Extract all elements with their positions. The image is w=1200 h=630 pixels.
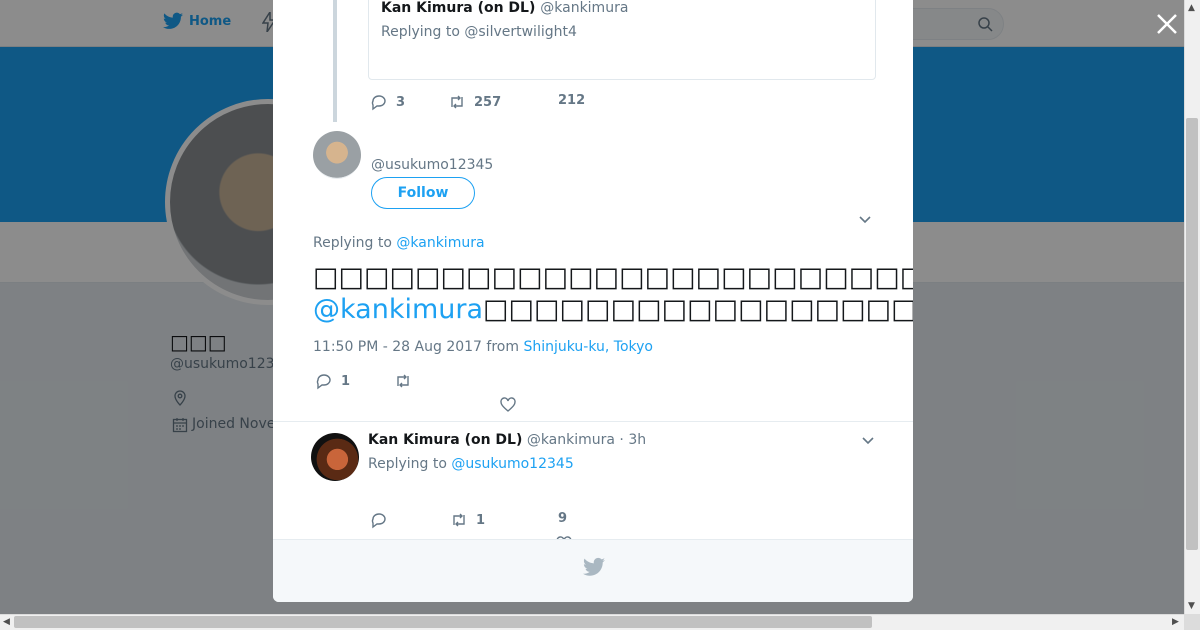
twitter-bird-icon [583,557,605,576]
tweet-reply-count: 1 [341,373,351,389]
tweet-text: □□□□□□□□□□□□□□□□□□□□□□□□□□□□□□□□□□□□□□□□… [313,262,913,326]
reply-like-count-wrap[interactable]: 9 [558,511,567,526]
reply-reply-button[interactable] [370,511,388,529]
tweet-reply-button[interactable]: 1 [315,372,350,390]
reply-author-name: Kan Kimura (on DL) [368,432,523,448]
tweet-like-button[interactable] [499,396,517,414]
divider [273,421,913,422]
quoted-retweet-count: 257 [474,94,502,110]
user-avatar[interactable] [313,131,361,179]
reply-icon [371,95,386,111]
quoted-like-button[interactable]: 212 [558,93,585,108]
tweet-text-line1: □□□□□□□□□□□□□□□□□□□□□□□□□□□□□□□□□□□□□□□□… [313,262,913,293]
quoted-replying-prefix: Replying to [381,24,465,40]
tweet-modal: Kan Kimura (on DL) @kankimura Replying t… [273,0,913,602]
reply-replying-user[interactable]: @usukumo12345 [451,456,573,472]
scroll-down-arrow[interactable]: ▼ [1188,600,1195,612]
tweet-text-line2: □□□□□□□□□□□□□□□□□□□□□□□□□□□□□□□□□□□□□□□□… [483,294,913,325]
retweet-icon [453,513,465,527]
tweet-author-handle[interactable]: @usukumo12345 [371,157,493,173]
quoted-author-handle: @kankimura [540,0,629,16]
quoted-replying-to: Replying to @silvertwilight4 [381,24,577,40]
tweet-timestamp[interactable]: 11:50 PM - 28 Aug 2017 from [313,339,523,355]
replying-user[interactable]: @kankimura [396,235,484,251]
chevron-down-icon[interactable] [857,211,873,227]
vertical-scroll-thumb[interactable] [1186,118,1198,550]
quoted-replying-user[interactable]: @silvertwilight4 [464,24,577,40]
reply-replying-prefix: Replying to [368,456,452,472]
reply-author[interactable]: Kan Kimura (on DL) @kankimura · 3h [368,432,646,448]
reply-icon [316,374,331,390]
scroll-left-arrow[interactable]: ◀ [3,616,10,628]
reply-author-meta: @kankimura · 3h [522,432,647,448]
reply-replying-to: Replying to @usukumo12345 [368,456,574,472]
quoted-author-name: Kan Kimura (on DL) [381,0,536,16]
reply-retweet-button[interactable]: 1 [450,511,485,529]
quoted-retweet-button[interactable]: 257 [448,93,501,111]
scroll-up-arrow[interactable]: ▲ [1188,2,1195,14]
tweet-mention[interactable]: @kankimura [313,294,483,325]
scroll-right-arrow[interactable]: ▶ [1172,616,1179,628]
follow-button[interactable]: Follow [371,177,475,209]
replying-prefix: Replying to [313,235,397,251]
heart-icon [500,397,516,412]
close-icon[interactable] [1155,12,1179,36]
quoted-reply-count: 3 [396,94,406,110]
quoted-like-count: 212 [558,93,586,108]
retweet-icon [451,95,463,109]
horizontal-scroll-thumb[interactable] [14,616,872,628]
scrollbar-corner [1184,614,1200,630]
chevron-down-icon[interactable] [860,432,876,448]
quoted-author[interactable]: Kan Kimura (on DL) @kankimura [381,0,628,16]
tweet-replying-to: Replying to @kankimura [313,235,485,251]
retweet-icon [397,374,409,388]
tweet-meta: 11:50 PM - 28 Aug 2017 from Shinjuku-ku,… [313,339,653,355]
tweet-location[interactable]: Shinjuku-ku, Tokyo [523,339,653,355]
thread-line [333,0,337,122]
reply-icon [371,513,386,529]
tweet-retweet-button[interactable] [394,372,412,390]
reply-retweet-count: 1 [476,512,486,528]
reply-like-count: 9 [558,511,568,526]
quoted-reply-button[interactable]: 3 [370,93,405,111]
reply-author-avatar[interactable] [311,433,359,481]
